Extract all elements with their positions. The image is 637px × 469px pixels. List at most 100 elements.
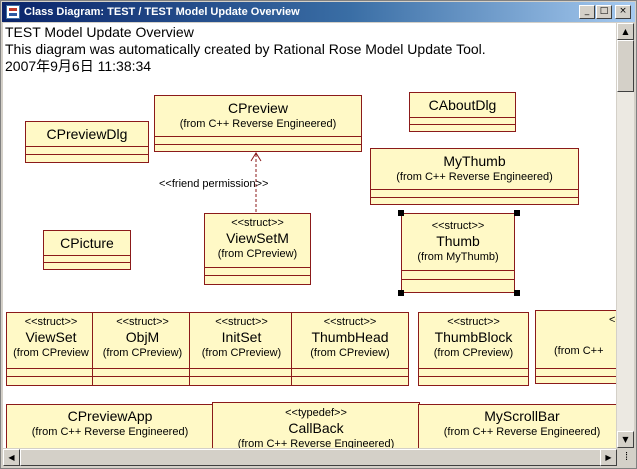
selection-handle[interactable] xyxy=(514,290,520,296)
class-cpreviewdlg[interactable]: CPreviewDlg xyxy=(25,121,149,163)
horizontal-scroll-thumb[interactable] xyxy=(20,449,602,466)
class-compartment-divider xyxy=(402,279,514,280)
class-origin: (from CPreview) xyxy=(310,347,390,359)
class-stereotype: <<struct>> xyxy=(447,316,500,328)
class-name: CPreviewDlg xyxy=(46,126,128,142)
class-thumbhead[interactable]: <<struct>> ThumbHead (from CPreview) xyxy=(291,312,409,386)
class-name: Thumb xyxy=(436,233,480,249)
dependency-stereotype-label: <<friend permission>> xyxy=(159,178,269,190)
selection-handle[interactable] xyxy=(398,210,404,216)
class-stereotype: <<struct>> xyxy=(231,217,284,229)
class-compartment-divider xyxy=(44,255,130,256)
class-name: CPicture xyxy=(60,235,114,251)
class-cpreviewapp[interactable]: CPreviewApp (from C++ Reverse Engineered… xyxy=(6,404,214,448)
class-name: CAboutDlg xyxy=(428,97,497,113)
class-viewsetm[interactable]: <<struct>> ViewSetM (from CPreview) xyxy=(204,213,311,285)
class-stereotype: <<struct>> xyxy=(323,316,377,328)
class-objm[interactable]: <<struct>> ObjM (from CPreview) xyxy=(92,312,193,386)
maximize-button[interactable]: □ xyxy=(596,5,612,19)
class-thumbblock[interactable]: <<struct>> ThumbBlock (from CPreview) xyxy=(418,312,529,386)
class-compartment-divider xyxy=(93,368,192,369)
class-name: ThumbHead xyxy=(311,329,389,345)
class-cpreview[interactable]: CPreview (from C++ Reverse Engineered) xyxy=(154,95,362,152)
vertical-scroll-thumb[interactable] xyxy=(617,40,634,92)
minimize-button[interactable]: _ xyxy=(579,5,595,19)
class-name: ThumbBlock xyxy=(434,329,513,345)
class-name: MyScrollBar xyxy=(484,408,560,424)
class-origin: (from C++ Reverse Engineered) xyxy=(443,426,601,438)
class-name: CallBack xyxy=(288,420,344,436)
vertical-scrollbar[interactable]: ▲ ▼ xyxy=(617,23,634,448)
class-callback[interactable]: <<typedef>> CallBack (from C++ Reverse E… xyxy=(212,402,420,448)
diagram-title: TEST Model Update Overview xyxy=(5,24,194,40)
horizontal-scrollbar[interactable]: ◀ ▶ xyxy=(3,449,617,466)
class-cpicture[interactable]: CPicture xyxy=(43,230,131,270)
class-compartment-divider xyxy=(402,270,514,271)
class-name: MyThumb xyxy=(443,153,506,169)
close-button[interactable]: × xyxy=(615,5,631,19)
class-initset[interactable]: <<struct>> InitSet (from CPreview) xyxy=(189,312,294,386)
class-thumb[interactable]: <<struct>> Thumb (from MyThumb) xyxy=(401,213,515,293)
class-origin: (from C++ Reverse Engineered) xyxy=(31,426,189,438)
class-name: CPreview xyxy=(228,100,288,116)
class-origin: (from CPreview xyxy=(13,347,89,359)
class-viewset[interactable]: <<struct>> ViewSet (from CPreview xyxy=(6,312,96,386)
class-origin: (from C++ xyxy=(554,345,604,357)
class-origin: (from C++ Reverse Engineered) xyxy=(237,438,395,448)
scroll-right-button[interactable]: ▶ xyxy=(600,449,617,466)
class-compartment-divider xyxy=(155,144,361,145)
class-compartment-divider xyxy=(536,376,616,377)
scroll-up-button[interactable]: ▲ xyxy=(617,23,634,40)
class-compartment-divider xyxy=(292,376,408,377)
class-diagram-icon xyxy=(6,5,20,19)
class-origin: (from CPreview) xyxy=(433,347,514,359)
class-origin: (from C++ Reverse Engineered) xyxy=(179,118,337,130)
class-stereotype: <<struct>> xyxy=(24,316,78,328)
window-title: Class Diagram: TEST / TEST Model Update … xyxy=(24,6,300,18)
class-name: ViewSet xyxy=(25,329,77,345)
class-compartment-divider xyxy=(190,376,293,377)
class-compartment-divider xyxy=(205,267,310,268)
title-bar[interactable]: Class Diagram: TEST / TEST Model Update … xyxy=(2,2,635,22)
size-grip-icon[interactable]: ⁞ xyxy=(618,449,635,466)
scroll-left-button[interactable]: ◀ xyxy=(3,449,20,466)
class-stereotype: <<struct>> xyxy=(116,316,169,328)
class-caboutdlg[interactable]: CAboutDlg xyxy=(409,92,516,132)
class-compartment-divider xyxy=(419,368,528,369)
scroll-down-button[interactable]: ▼ xyxy=(617,431,634,448)
class-compartment-divider xyxy=(7,376,95,377)
diagram-timestamp: 2007年9月6日 11:38:34 xyxy=(5,58,152,74)
class-origin: (from CPreview) xyxy=(102,347,183,359)
class-stereotype: <<typedef>> xyxy=(285,407,347,419)
selection-handle[interactable] xyxy=(514,210,520,216)
class-compartment-divider xyxy=(292,368,408,369)
class-name: InitSet xyxy=(221,329,262,345)
class-myscrollbar[interactable]: MyScrollBar (from C++ Reverse Engineered… xyxy=(418,404,616,448)
class-origin: (from C++ Reverse Engineered) xyxy=(396,171,553,183)
class-mythumb[interactable]: MyThumb (from C++ Reverse Engineered) xyxy=(370,148,579,205)
class-name: CPreviewApp xyxy=(67,408,153,424)
class-stereotype: <<struct>> xyxy=(431,220,485,232)
class-compartment-divider xyxy=(26,146,148,147)
class-compartment-divider xyxy=(536,368,616,369)
selection-handle[interactable] xyxy=(398,290,404,296)
class-origin: (from CPreview) xyxy=(217,248,298,260)
class-origin: (from CPreview) xyxy=(201,347,282,359)
class-compartment-divider xyxy=(7,368,95,369)
class-compartment-divider xyxy=(410,124,515,125)
class-origin: (from MyThumb) xyxy=(417,251,499,263)
diagram-description: This diagram was automatically created b… xyxy=(5,41,486,57)
class-compartment-divider xyxy=(419,376,528,377)
class-partial-offscreen[interactable]: << (from C++ xyxy=(535,310,616,384)
class-compartment-divider xyxy=(371,189,578,190)
class-compartment-divider xyxy=(371,197,578,198)
class-compartment-divider xyxy=(410,117,515,118)
diagram-canvas[interactable]: TEST Model Update Overview This diagram … xyxy=(3,23,616,448)
class-compartment-divider xyxy=(190,368,293,369)
class-diagram-window: Class Diagram: TEST / TEST Model Update … xyxy=(0,0,637,469)
class-compartment-divider xyxy=(26,154,148,155)
class-compartment-divider xyxy=(93,376,192,377)
class-compartment-divider xyxy=(44,262,130,263)
class-stereotype: <<struct>> xyxy=(215,316,268,328)
class-compartment-divider xyxy=(205,275,310,276)
